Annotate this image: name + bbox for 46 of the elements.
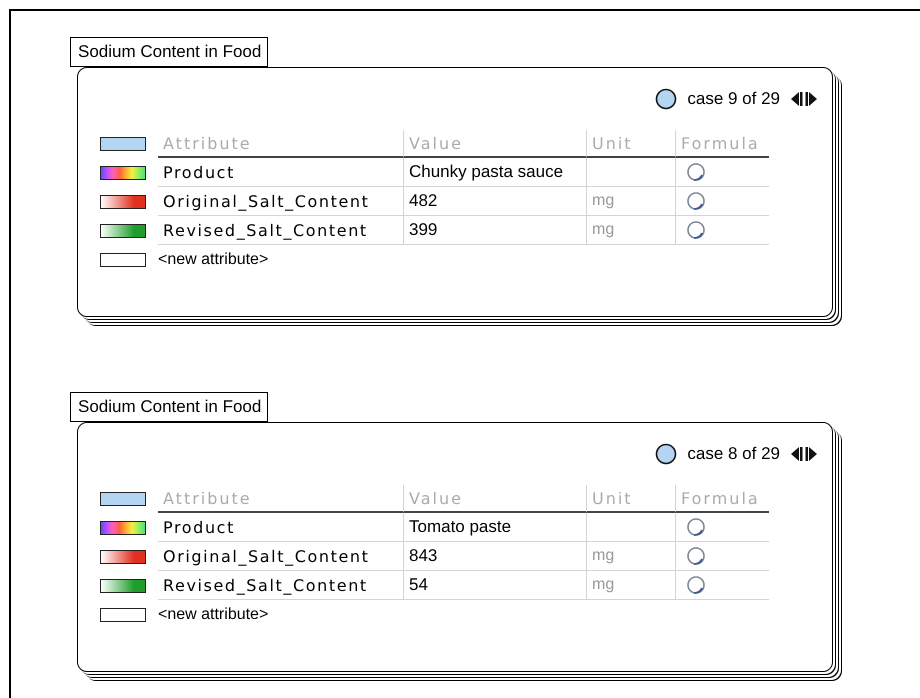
attribute-name: Revised_Salt_Content [158,571,403,600]
next-case-button[interactable] [805,90,818,108]
new-attribute-link[interactable]: <new attribute> [158,606,268,624]
case-indicator-icon [655,443,678,465]
case-counter: case 8 of 29 [687,444,780,464]
column-header: Value [403,485,586,513]
unit-cell: mg [586,187,675,216]
new-attribute-link[interactable]: <new attribute> [158,250,268,268]
column-header: Formula [675,485,769,513]
column-header: Formula [675,130,769,158]
attribute-value: 54 [403,571,586,600]
previous-case-button[interactable] [790,445,803,463]
unit-cell: mg [586,216,675,245]
case-indicator-icon [655,88,678,110]
formula-circle-icon[interactable] [686,575,706,595]
column-header: Unit [586,130,675,158]
formula-circle-icon[interactable] [686,517,706,537]
unit-cell: mg [586,542,675,571]
attribute-value: Tomato paste [403,513,586,542]
attribute-value: 482 [403,187,586,216]
attribute-value: 399 [403,216,586,245]
attribute-name: Original_Salt_Content [158,187,403,216]
case-counter: case 9 of 29 [687,89,780,109]
attribute-name: Product [158,513,403,542]
formula-circle-icon[interactable] [686,220,706,240]
column-header: Attribute [158,485,403,513]
unit-cell: mg [586,571,675,600]
window-title: Sodium Content in Food [70,37,268,67]
column-header: Attribute [158,130,403,158]
next-case-button[interactable] [805,445,818,463]
formula-circle-icon[interactable] [686,162,706,182]
attribute-name: Revised_Salt_Content [158,216,403,245]
header-swatch [100,492,146,506]
attribute-value: Chunky pasta sauce [403,158,586,187]
column-header: Value [403,130,586,158]
attribute-name: Product [158,158,403,187]
previous-case-button[interactable] [790,90,803,108]
attribute-name: Original_Salt_Content [158,542,403,571]
empty-swatch [100,608,146,622]
column-header: Unit [586,485,675,513]
attribute-value: 843 [403,542,586,571]
formula-circle-icon[interactable] [686,191,706,211]
header-swatch [100,137,146,151]
window-title: Sodium Content in Food [70,392,268,422]
formula-circle-icon[interactable] [686,546,706,566]
empty-swatch [100,252,146,266]
